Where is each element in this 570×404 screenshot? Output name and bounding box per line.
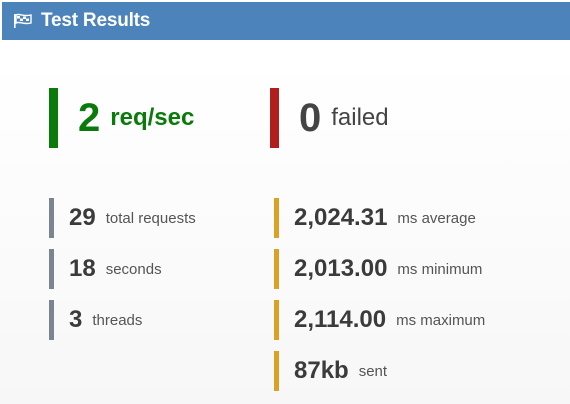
stat-bar: [49, 300, 54, 340]
stat-ms-maximum: 2,114.00 ms maximum: [274, 300, 485, 340]
stat-bar: [274, 300, 279, 340]
failed-indicator-bar: [270, 88, 279, 148]
stat-bar: [49, 249, 54, 289]
stat-sent: 87kb sent: [274, 351, 387, 391]
stat-value: 29: [69, 204, 96, 231]
stat-value: 3: [69, 306, 83, 333]
stat-label: total requests: [105, 209, 196, 227]
test-results-panel: Test Results 2 req/sec 0 failed 29 total…: [0, 0, 570, 404]
stat-seconds: 18 seconds: [49, 249, 162, 289]
stat-label: sent: [358, 362, 388, 380]
stat-bar: [274, 198, 279, 238]
rate-value: 2: [78, 96, 101, 140]
panel-header: Test Results: [2, 2, 570, 40]
flag-icon: [13, 12, 35, 30]
stat-label: seconds: [105, 260, 162, 278]
stat-total-requests: 29 total requests: [49, 198, 196, 238]
rate-indicator-bar: [49, 88, 58, 148]
stat-value: 2,013.00: [294, 255, 388, 282]
stat-ms-minimum: 2,013.00 ms minimum: [274, 249, 482, 289]
requests-per-second-summary: 2 req/sec: [49, 88, 194, 148]
stat-value: 87kb: [294, 357, 349, 384]
panel-title: Test Results: [41, 10, 151, 31]
stat-bar: [49, 198, 54, 238]
rate-unit: req/sec: [110, 104, 195, 131]
failed-value: 0: [299, 96, 322, 140]
stat-label: threads: [92, 311, 143, 329]
stat-bar: [274, 249, 279, 289]
stat-bar: [274, 351, 279, 391]
stat-value: 2,114.00: [294, 306, 387, 333]
stat-value: 18: [69, 255, 96, 282]
stat-ms-average: 2,024.31 ms average: [274, 198, 476, 238]
failed-unit: failed: [331, 104, 389, 131]
stat-label: ms maximum: [396, 311, 486, 329]
stat-threads: 3 threads: [49, 300, 142, 340]
failed-summary: 0 failed: [270, 88, 389, 148]
stat-value: 2,024.31: [294, 204, 388, 231]
stat-label: ms average: [397, 209, 476, 227]
stat-label: ms minimum: [397, 260, 483, 278]
